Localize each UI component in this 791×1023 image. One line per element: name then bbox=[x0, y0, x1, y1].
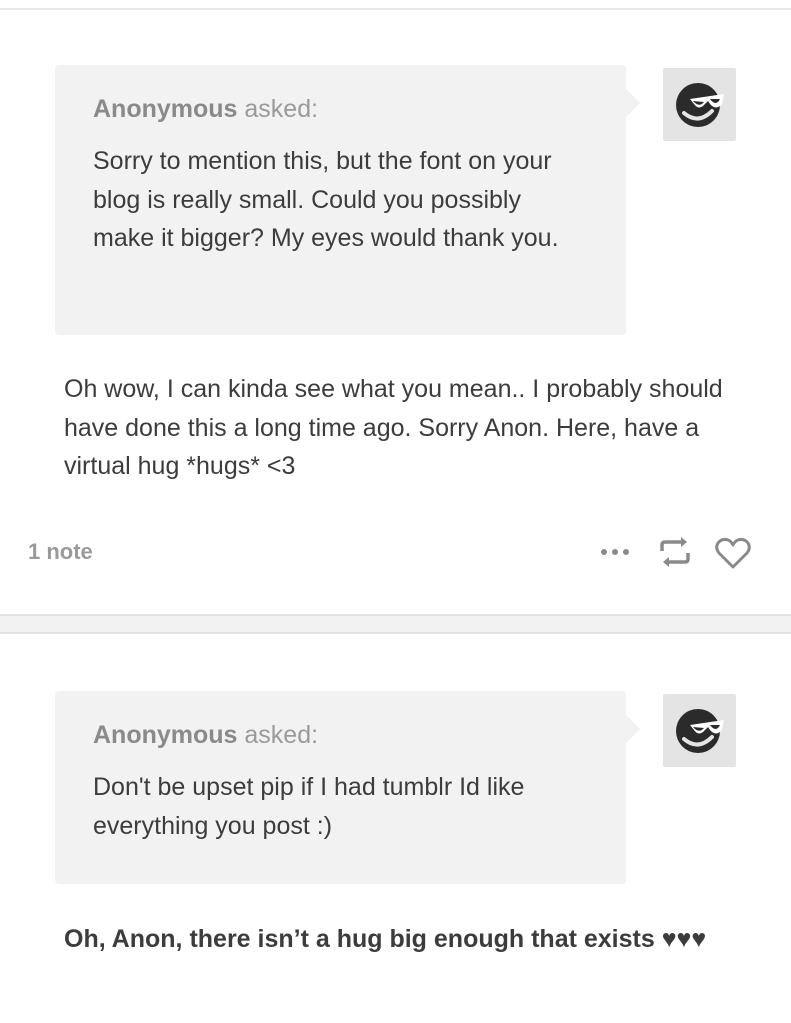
asker-name[interactable]: Anonymous bbox=[93, 721, 237, 749]
answer-text: Oh wow, I can kinda see what you mean.. … bbox=[64, 375, 723, 480]
avatar[interactable] bbox=[663, 68, 736, 141]
asker-verb: asked: bbox=[237, 95, 319, 123]
sunglasses-smiley-icon bbox=[676, 709, 724, 753]
heart-icon[interactable] bbox=[714, 535, 752, 571]
post-separator bbox=[0, 614, 791, 634]
avatar[interactable] bbox=[663, 694, 736, 767]
question-text: Don't be upset pip if I had tumblr Id li… bbox=[93, 773, 525, 840]
asker-line: Anonymous asked: bbox=[93, 717, 588, 753]
answer-text: Oh, Anon, there isn’t a hug big enough t… bbox=[64, 925, 707, 953]
sunglasses-smiley-icon bbox=[676, 83, 724, 127]
question-text: Sorry to mention this, but the font on y… bbox=[93, 147, 559, 252]
asker-line: Anonymous asked: bbox=[93, 91, 588, 127]
asker-name[interactable]: Anonymous bbox=[93, 95, 237, 123]
top-divider bbox=[0, 8, 791, 10]
question-bubble: Anonymous asked: Sorry to mention this, … bbox=[55, 65, 640, 335]
notes-count[interactable]: 1 note bbox=[28, 537, 93, 567]
reblog-icon[interactable] bbox=[656, 534, 694, 570]
asker-verb: asked: bbox=[237, 721, 319, 749]
more-icon[interactable] bbox=[598, 538, 634, 566]
question-bubble: Anonymous asked: Don't be upset pip if I… bbox=[55, 691, 640, 884]
